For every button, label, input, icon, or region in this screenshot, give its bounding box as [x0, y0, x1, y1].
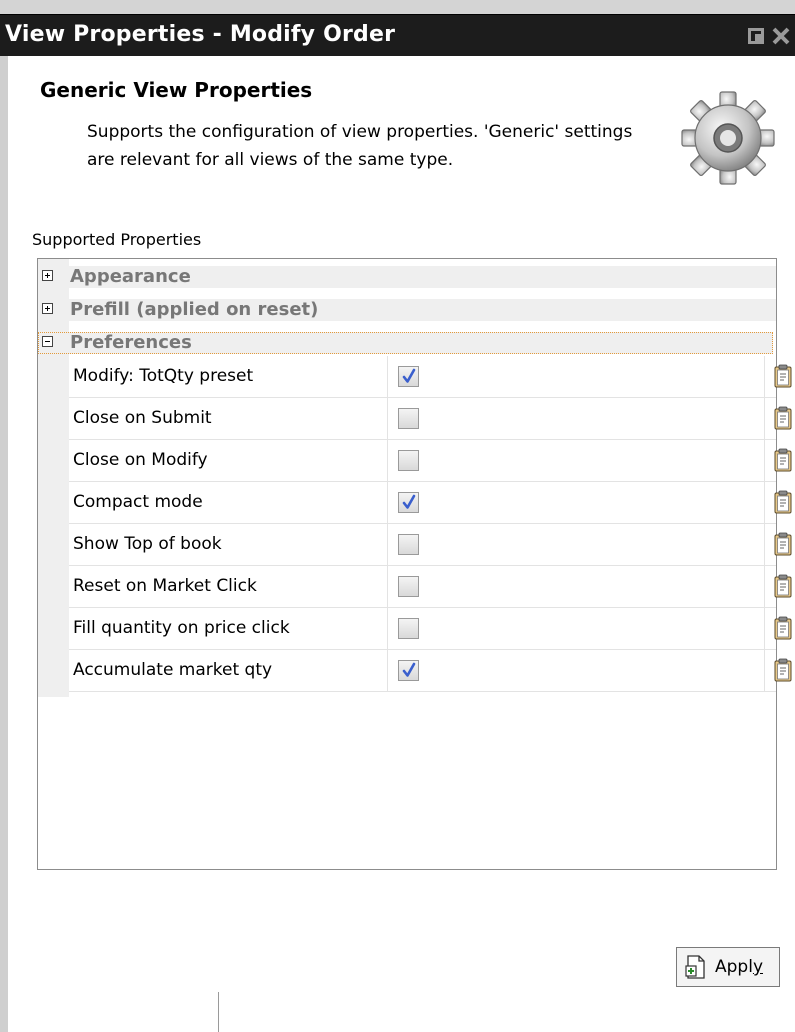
checkmark-icon	[402, 494, 416, 509]
property-row[interactable]: Show Top of book	[69, 524, 792, 566]
column-divider	[764, 440, 765, 481]
property-row[interactable]: Accumulate market qty	[69, 650, 792, 692]
clipboard-icon[interactable]	[774, 658, 792, 682]
category-label: Preferences	[70, 332, 192, 353]
property-label: Modify: TotQty preset	[73, 366, 254, 386]
clipboard-icon[interactable]	[774, 364, 792, 388]
checkmark-icon	[402, 662, 416, 677]
category-label: Appearance	[70, 266, 191, 287]
property-label: Accumulate market qty	[73, 660, 273, 680]
column-divider	[387, 398, 388, 439]
category-appearance[interactable]: Appearance	[38, 266, 776, 288]
checkmark-icon	[402, 368, 416, 383]
clipboard-icon[interactable]	[774, 616, 792, 640]
apply-label: Apply	[715, 957, 763, 977]
expand-icon[interactable]	[42, 303, 53, 314]
property-checkbox[interactable]	[398, 534, 419, 555]
category-preferences[interactable]: Preferences	[38, 332, 773, 354]
clipboard-icon[interactable]	[774, 532, 792, 556]
category-label: Prefill (applied on reset)	[70, 299, 319, 320]
window-title: View Properties - Modify Order	[5, 22, 396, 47]
property-checkbox[interactable]	[398, 450, 419, 471]
column-divider	[387, 608, 388, 649]
property-checkbox[interactable]	[398, 492, 419, 513]
column-divider	[764, 482, 765, 523]
gear-icon	[681, 91, 775, 185]
column-divider	[387, 650, 388, 691]
header: Generic View Properties	[40, 78, 312, 102]
property-row[interactable]: Reset on Market Click	[69, 566, 792, 608]
column-divider	[764, 398, 765, 439]
column-divider	[387, 566, 388, 607]
title-bar[interactable]: View Properties - Modify Order	[0, 14, 795, 56]
column-divider	[764, 524, 765, 565]
property-label: Compact mode	[73, 492, 203, 512]
column-divider	[387, 440, 388, 481]
property-checkbox[interactable]	[398, 660, 419, 681]
property-checkbox[interactable]	[398, 618, 419, 639]
column-divider	[387, 482, 388, 523]
property-row[interactable]: Compact mode	[69, 482, 792, 524]
property-label: Close on Modify	[73, 450, 208, 470]
expand-icon[interactable]	[42, 270, 53, 281]
column-divider	[764, 356, 765, 397]
property-row[interactable]: Fill quantity on price click	[69, 608, 792, 650]
supported-properties-label: Supported Properties	[32, 230, 202, 249]
apply-icon	[685, 955, 705, 979]
property-checkbox[interactable]	[398, 576, 419, 597]
property-row[interactable]: Close on Modify	[69, 440, 792, 482]
clipboard-icon[interactable]	[774, 574, 792, 598]
property-row[interactable]: Close on Submit	[69, 398, 792, 440]
top-strip	[0, 0, 795, 14]
divider	[218, 992, 219, 1032]
column-divider	[387, 356, 388, 397]
property-checkbox[interactable]	[398, 408, 419, 429]
properties-tree[interactable]: Appearance Prefill (applied on reset) Pr…	[37, 258, 792, 870]
collapse-icon[interactable]	[42, 336, 53, 347]
tree-gutter	[38, 259, 69, 697]
window-left-edge	[0, 56, 8, 1032]
clipboard-icon[interactable]	[774, 448, 792, 472]
column-divider	[764, 566, 765, 607]
header-title: Generic View Properties	[40, 78, 313, 102]
apply-button[interactable]: Apply	[676, 947, 780, 987]
property-checkbox[interactable]	[398, 366, 419, 387]
column-divider	[764, 608, 765, 649]
category-prefill[interactable]: Prefill (applied on reset)	[38, 299, 776, 321]
column-divider	[764, 650, 765, 691]
property-row[interactable]: Modify: TotQty preset	[69, 356, 792, 398]
property-label: Reset on Market Click	[73, 576, 257, 596]
clipboard-icon[interactable]	[774, 406, 792, 430]
property-label: Fill quantity on price click	[73, 618, 290, 638]
property-label: Close on Submit	[73, 408, 212, 428]
column-divider	[387, 524, 388, 565]
header-description: Supports the configuration of view prope…	[87, 122, 633, 170]
clipboard-icon[interactable]	[774, 490, 792, 514]
property-label: Show Top of book	[73, 534, 222, 554]
restore-icon[interactable]	[746, 26, 766, 46]
close-icon[interactable]	[771, 26, 791, 46]
